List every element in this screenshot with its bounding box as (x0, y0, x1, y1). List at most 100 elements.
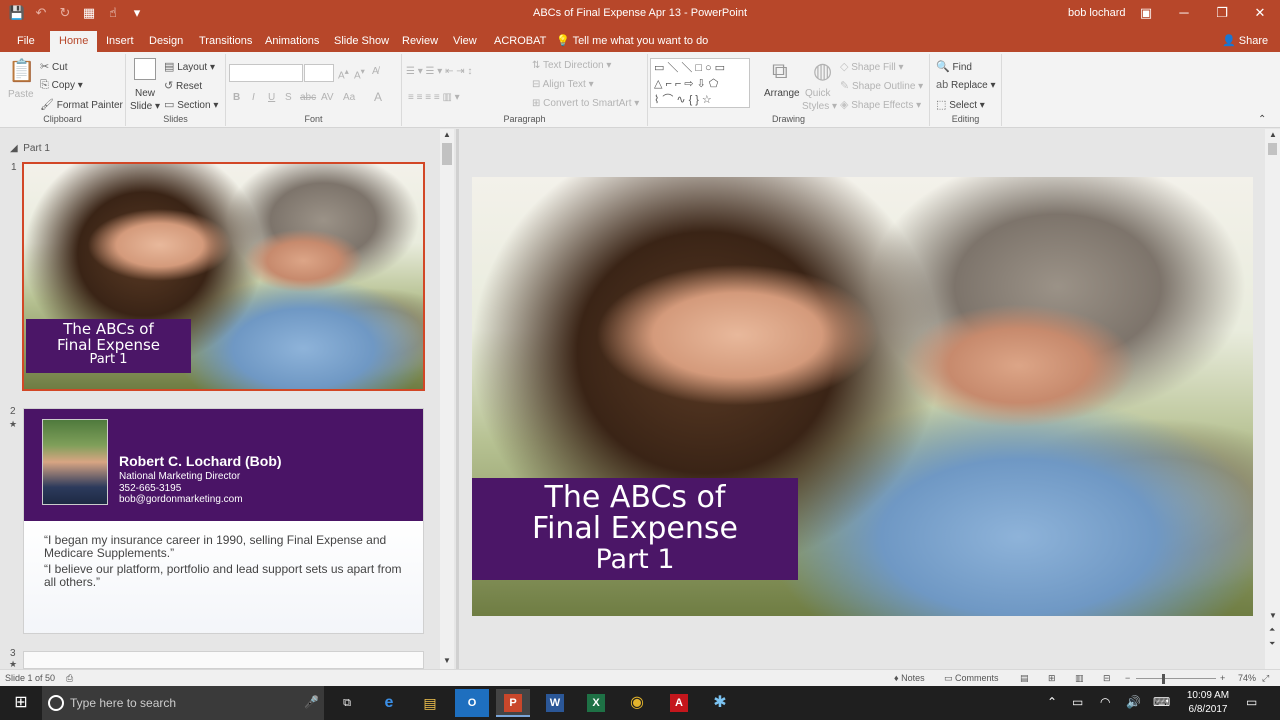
excel-icon[interactable]: X (579, 689, 613, 717)
bullets-icon[interactable]: ☰ ▾ ☰ ▾ ⇤ ⇥ ↕ (406, 66, 472, 77)
collapse-ribbon-icon[interactable]: ⌃ (1258, 114, 1266, 125)
slide-thumbnail-3[interactable] (23, 651, 424, 669)
spelling-check-icon[interactable]: ⎙ (66, 673, 73, 684)
find-button[interactable]: 🔍 Find (936, 60, 972, 73)
tab-review[interactable]: Review (400, 31, 440, 52)
new-slide-button[interactable]: New (135, 88, 155, 99)
battery-icon[interactable]: ▭ (1072, 695, 1083, 709)
character-spacing-button[interactable]: AV (321, 92, 334, 103)
tab-view[interactable]: View (451, 31, 479, 52)
format-painter-button[interactable]: 🖌 Format Painter (40, 98, 123, 111)
word-icon[interactable]: W (538, 689, 572, 717)
shape-effects-button[interactable]: ◈ Shape Effects ▾ (840, 98, 921, 111)
clear-formatting-icon[interactable]: A̸ (372, 66, 379, 77)
thumbnail-scrollbar[interactable]: ▲ ▼ (440, 129, 454, 669)
volume-icon[interactable]: 🔊 (1126, 695, 1141, 709)
wifi-icon[interactable]: ◠ (1100, 695, 1110, 709)
scroll-up-icon[interactable]: ▲ (1269, 130, 1277, 139)
slide-thumbnail-2[interactable]: Robert C. Lochard (Bob) National Marketi… (23, 408, 424, 634)
tab-file[interactable]: File (15, 31, 37, 52)
chrome-icon[interactable]: ◉ (620, 689, 654, 717)
shapes-gallery[interactable]: ▭＼＼□○▭ △⌐⌐⇨⇩⬠ ⌇⌒∿{}☆ (650, 58, 750, 108)
italic-button[interactable]: I (252, 92, 255, 103)
task-view-icon[interactable]: ⧉ (330, 689, 364, 717)
tab-acrobat[interactable]: ACROBAT (492, 31, 548, 52)
bold-button[interactable]: B (233, 92, 240, 103)
reading-view-icon[interactable]: ▥ (1075, 673, 1084, 684)
keyboard-icon[interactable]: ⌨ (1153, 695, 1170, 709)
shadow-button[interactable]: S (285, 92, 292, 103)
zoom-slider-thumb[interactable] (1162, 674, 1165, 684)
tab-design[interactable]: Design (147, 31, 185, 52)
microphone-icon[interactable]: 🎤 (304, 695, 319, 709)
slide-sorter-icon[interactable]: ⊞ (1048, 673, 1056, 684)
font-size-field[interactable] (304, 64, 334, 82)
outlook-icon[interactable]: O (455, 689, 489, 717)
action-center-icon[interactable]: ▭ (1246, 695, 1257, 709)
transition-star-icon[interactable]: ★ (9, 419, 17, 430)
scrollbar-thumb[interactable] (442, 143, 452, 165)
comments-button[interactable]: ▭ Comments (944, 673, 999, 684)
strikethrough-button[interactable]: abc (300, 92, 316, 103)
normal-view-icon[interactable]: ▤ (1020, 673, 1029, 684)
windows-start-icon[interactable]: ⊞ (0, 686, 42, 720)
shape-fill-button[interactable]: ◇ Shape Fill ▾ (840, 60, 904, 73)
edge-icon[interactable]: e (372, 689, 406, 717)
minimize-button[interactable]: ─ (1171, 3, 1197, 23)
close-button[interactable]: ✕ (1247, 3, 1273, 23)
tab-transitions[interactable]: Transitions (197, 31, 254, 52)
shrink-font-icon[interactable]: A▾ (354, 66, 365, 81)
zoom-in-button[interactable]: + (1220, 673, 1225, 683)
text-direction-button[interactable]: ⇅ Text Direction ▾ (532, 60, 611, 71)
reset-button[interactable]: ↺ Reset (164, 79, 202, 92)
convert-smartart-button[interactable]: ⊞ Convert to SmartArt ▾ (532, 98, 639, 109)
tab-slide-show[interactable]: Slide Show (332, 31, 391, 52)
grow-font-icon[interactable]: A▴ (338, 66, 349, 81)
edit-scrollbar[interactable]: ▲ ▼ ⏶ ⏷ (1265, 129, 1280, 669)
current-slide[interactable]: The ABCs of Final Expense Part 1 (472, 177, 1253, 616)
zoom-slider[interactable] (1136, 678, 1216, 679)
quick-styles-button[interactable]: Quick (805, 88, 831, 99)
section-header[interactable]: ◢ Part 1 (10, 143, 50, 154)
scroll-up-icon[interactable]: ▲ (443, 130, 451, 139)
taskbar-search[interactable]: Type here to search 🎤 (42, 686, 324, 720)
paste-button[interactable]: Paste (8, 89, 34, 100)
tab-insert[interactable]: Insert (104, 31, 136, 52)
file-explorer-icon[interactable]: ▤ (413, 689, 447, 717)
slide-thumbnail-1[interactable]: The ABCs of Final Expense Part 1 (22, 162, 425, 391)
scroll-down-icon[interactable]: ▼ (443, 656, 451, 665)
notes-button[interactable]: ♦ Notes (894, 673, 925, 683)
next-slide-icon[interactable]: ⏷ (1269, 639, 1275, 649)
tell-me-search[interactable]: 💡 Tell me what you want to do (556, 34, 708, 47)
slide-title-box[interactable]: The ABCs of Final Expense Part 1 (472, 478, 798, 580)
layout-button[interactable]: ▤ Layout ▾ (164, 60, 215, 73)
ribbon-display-options-icon[interactable]: ▣ (1133, 3, 1159, 23)
show-hidden-icons[interactable]: ⌃ (1047, 695, 1057, 709)
previous-slide-icon[interactable]: ⏶ (1269, 625, 1275, 635)
scroll-down-icon[interactable]: ▼ (1269, 611, 1277, 620)
maximize-button[interactable]: ❐ (1209, 3, 1235, 23)
powerpoint-icon[interactable]: P (496, 689, 530, 717)
slideshow-view-icon[interactable]: ⊟ (1103, 673, 1111, 684)
share-button[interactable]: 👤 Share (1222, 34, 1268, 47)
shape-outline-button[interactable]: ✎ Shape Outline ▾ (840, 79, 923, 92)
signed-in-user[interactable]: bob lochard (1068, 7, 1126, 19)
underline-button[interactable]: U (268, 92, 275, 103)
fit-to-window-icon[interactable]: ⤢ (1262, 673, 1269, 684)
new-slide-label-2[interactable]: Slide ▾ (130, 101, 160, 112)
cut-button[interactable]: ✂ Cut (40, 60, 68, 73)
replace-button[interactable]: ab Replace ▾ (936, 79, 996, 91)
taskbar-clock[interactable]: 10:09 AM 6/8/2017 (1184, 689, 1232, 717)
change-case-button[interactable]: Aa (343, 92, 355, 103)
arrange-button[interactable]: Arrange (764, 88, 800, 99)
font-name-field[interactable] (229, 64, 303, 82)
font-color-button[interactable]: A (374, 90, 382, 104)
select-button[interactable]: ⬚ Select ▾ (936, 98, 985, 111)
tab-animations[interactable]: Animations (263, 31, 321, 52)
zoom-level[interactable]: 74% (1238, 673, 1256, 683)
acrobat-icon[interactable]: A (662, 689, 696, 717)
quick-styles-label-2[interactable]: Styles ▾ (802, 101, 837, 112)
copy-button[interactable]: ⎘ Copy ▾ (40, 79, 83, 92)
zoom-out-button[interactable]: − (1125, 673, 1130, 683)
alignment-icons[interactable]: ≡ ≡ ≡ ≡ ▥ ▾ (408, 92, 460, 103)
